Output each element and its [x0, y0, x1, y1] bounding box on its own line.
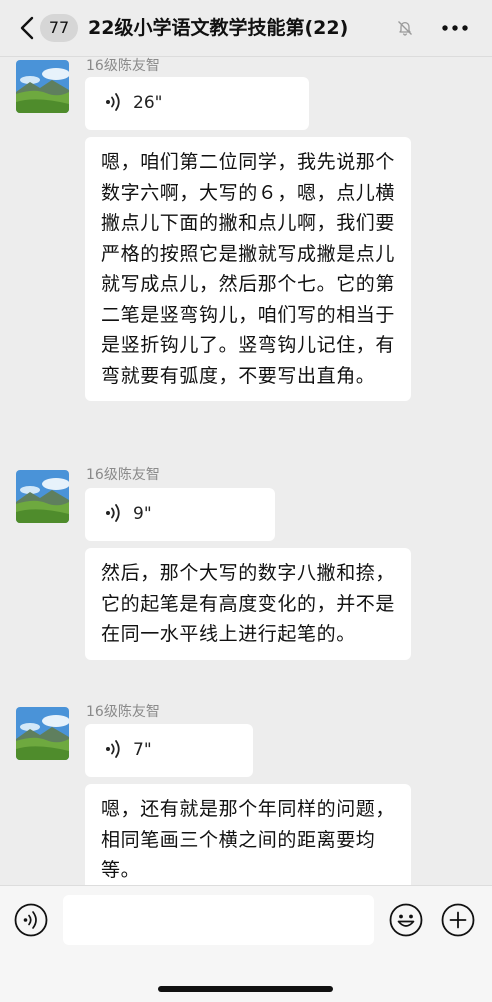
emoji-icon[interactable]	[389, 903, 423, 937]
avatar[interactable]	[16, 470, 69, 523]
unread-count-badge[interactable]: 77	[40, 14, 78, 42]
plus-icon[interactable]	[441, 903, 475, 937]
landscape-avatar-icon	[16, 707, 69, 760]
voice-wave-icon	[106, 92, 120, 111]
voice-input-icon[interactable]	[14, 903, 48, 937]
transcript-bubble[interactable]: 嗯，还有就是那个年同样的问题，相同笔画三个横之间的距离要均等。	[85, 784, 411, 885]
voice-duration: 9"	[133, 504, 152, 524]
transcript-bubble[interactable]: 然后，那个大写的数字八撇和捺，它的起笔是有高度变化的，并不是在同一水平线上进行起…	[85, 548, 411, 660]
sender-name: 16级陈友智	[86, 704, 160, 720]
chat-title: 22级小学语文教学技能第(22)	[88, 17, 349, 39]
avatar[interactable]	[16, 707, 69, 760]
back-button[interactable]	[14, 14, 40, 42]
voice-wave-icon	[106, 739, 120, 758]
voice-message-bubble[interactable]: 26"	[85, 77, 309, 130]
home-indicator[interactable]	[158, 986, 333, 992]
voice-message-bubble[interactable]: 9"	[85, 488, 275, 541]
message-input[interactable]	[63, 895, 374, 945]
bell-slash-icon	[398, 21, 412, 36]
chevron-left-icon	[20, 16, 34, 40]
avatar[interactable]	[16, 60, 69, 113]
voice-wave-icon	[106, 503, 120, 522]
landscape-avatar-icon	[16, 60, 69, 113]
chat-header: 77 22级小学语文教学技能第(22)	[0, 0, 492, 57]
sender-name: 16级陈友智	[86, 58, 160, 74]
sender-name: 16级陈友智	[86, 467, 160, 483]
input-bar	[0, 885, 492, 1002]
voice-message-bubble[interactable]: 7"	[85, 724, 253, 777]
more-dots-icon[interactable]	[440, 16, 470, 40]
transcript-bubble[interactable]: 嗯，咱们第二位同学，我先说那个数字六啊，大写的６，嗯，点儿横撇点儿下面的撇和点儿…	[85, 137, 411, 401]
voice-duration: 7"	[133, 740, 152, 760]
landscape-avatar-icon	[16, 470, 69, 523]
voice-duration: 26"	[133, 93, 163, 113]
